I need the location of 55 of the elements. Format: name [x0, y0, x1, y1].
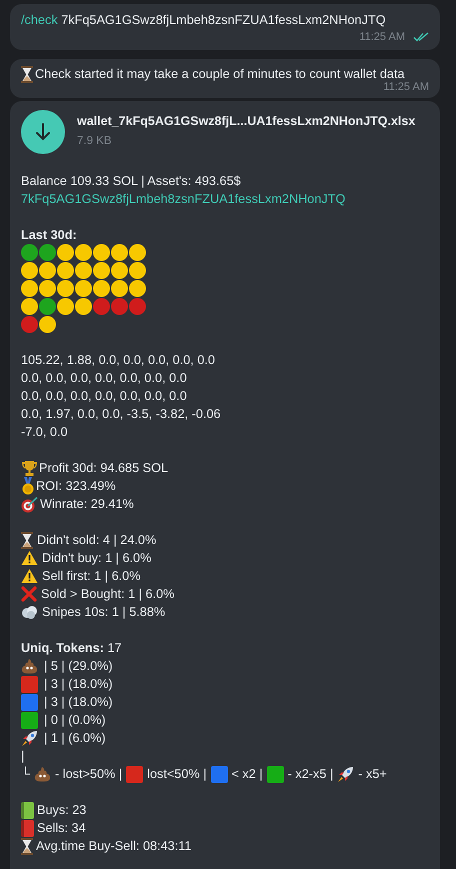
command-link[interactable]: /check [21, 13, 58, 27]
tree-line: | [21, 748, 26, 765]
stat-text: | 5 | (29.0%) [44, 658, 113, 675]
legend-text: - x2-x5 | [288, 766, 334, 783]
stat-text: ROI: 323.49% [36, 478, 116, 495]
stat-text: Sold > Bought: 1 | 6.0% [41, 586, 174, 603]
hourglass-icon [21, 838, 33, 854]
stat-text: | 0 | (0.0%) [44, 712, 106, 729]
legend-text: - lost>50% | [55, 766, 122, 783]
warning-icon [21, 568, 38, 584]
wallet-address-link[interactable]: 7kFq5AG1GSwz8fjLmbeh8zsnFZUA1fessLxm2NHonJTQ [21, 190, 429, 208]
legend-text: - x5+ [358, 766, 387, 783]
medal-icon [21, 477, 35, 495]
stat-text: Didn't sold: 4 | 24.0% [37, 532, 156, 549]
stat-text: Avg.time Buy-Sell: 08:43:11 [36, 838, 192, 855]
daily-pnl-line: -7.0, 0.0 [21, 424, 69, 441]
message-text: /check 7kFq5AG1GSwz8fjLmbeh8zsnFZUA1fessLxm2NHonJTQ [21, 12, 387, 28]
stat-text: | 3 | (18.0%) [44, 676, 113, 693]
stat-text: Snipes 10s: 1 | 5.88% [42, 604, 166, 621]
balance-text: Balance 109.33 SOL | Asset's: 493.65$ [21, 173, 242, 190]
daily-pnl-line: 0.0, 0.0, 0.0, 0.0, 0.0, 0.0, 0.0 [21, 370, 188, 387]
stat-text: | 3 | (18.0%) [44, 694, 113, 711]
message-text: Check started it may take a couple of minutes to count wallet data [35, 66, 405, 82]
file-name[interactable]: wallet_7kFq5AG1GSwz8fjL...UA1fessLxm2NHonJTQ.xlsx [77, 112, 416, 130]
tree-corner: └ [21, 766, 30, 783]
hourglass-icon [21, 532, 33, 548]
last-30d-label: Last 30d: [21, 227, 78, 244]
message-time: 11:25 AM [359, 30, 405, 45]
download-arrow-icon [35, 123, 51, 141]
stat-text: Winrate: 29.41% [40, 496, 134, 513]
stat-text: Sells: 34 [37, 820, 86, 837]
stat-text: Buys: 23 [37, 802, 86, 819]
daily-pnl-line: 0.0, 0.0, 0.0, 0.0, 0.0, 0.0, 0.0 [21, 388, 188, 405]
legend-text: lost<50% | [147, 766, 206, 783]
daily-pnl-line: 105.22, 1.88, 0.0, 0.0, 0.0, 0.0, 0.0 [21, 352, 216, 369]
cross-icon [21, 586, 37, 602]
poop-icon [34, 766, 51, 782]
stat-text: | 1 | (6.0%) [44, 730, 106, 747]
daily-pnl-line: 0.0, 1.97, 0.0, 0.0, -3.5, -3.82, -0.06 [21, 406, 222, 423]
rocket-icon [337, 766, 354, 782]
dart-target-icon [21, 496, 39, 512]
stat-text: Didn't buy: 1 | 6.0% [42, 550, 152, 567]
legend-text: < x2 | [232, 766, 263, 783]
cloud-icon [21, 604, 38, 620]
message-time: 11:25 AM [383, 80, 429, 94]
warning-icon [21, 550, 38, 566]
rocket-icon [21, 730, 38, 746]
poop-icon [21, 658, 38, 674]
hourglass-icon [21, 66, 33, 82]
stat-text: Profit 30d: 94.685 SOL [39, 460, 168, 477]
unique-tokens-label: Uniq. Tokens: 17 [21, 640, 123, 657]
stat-text: Sell first: 1 | 6.0% [42, 568, 140, 585]
download-button[interactable] [21, 110, 65, 154]
file-size: 7.9 KB [77, 134, 113, 149]
trophy-icon [21, 460, 38, 476]
